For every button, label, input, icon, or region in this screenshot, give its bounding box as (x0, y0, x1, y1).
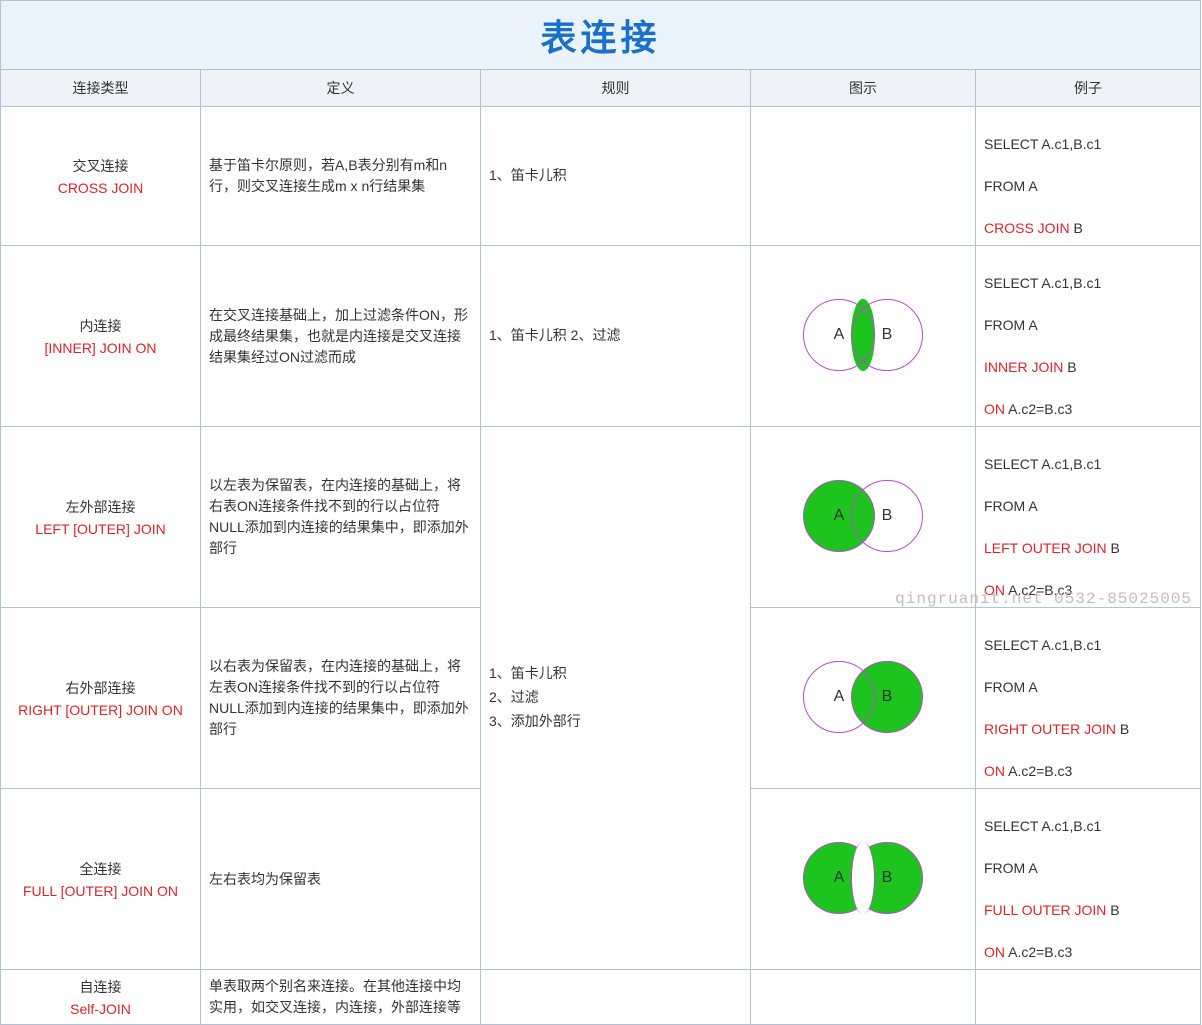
venn-diagram: A B (751, 789, 976, 970)
row-inner-join: 内连接 [INNER] JOIN ON 在交叉连接基础上，加上过滤条件ON，形成… (1, 246, 1201, 427)
example: SELECT A.c1,B.c1 FROM A RIGHT OUTER JOIN… (976, 608, 1201, 789)
ex-line: SELECT A.c1,B.c1 (984, 818, 1101, 834)
ex-rest: B (1070, 220, 1083, 236)
venn-inner-icon: A B (793, 299, 933, 371)
type-name-en: [INNER] JOIN ON (9, 340, 192, 356)
ex-keyword: FULL OUTER JOIN (984, 902, 1106, 918)
ex-line: FROM A (984, 860, 1038, 876)
type-name-cn: 交叉连接 (9, 156, 192, 176)
ex-keyword: INNER JOIN (984, 359, 1063, 375)
example (976, 970, 1201, 1025)
type-name-cn: 内连接 (9, 316, 192, 336)
header-rule: 规则 (481, 70, 751, 107)
example: SELECT A.c1,B.c1 FROM A INNER JOIN B ON … (976, 246, 1201, 427)
ex-rest: B (1106, 902, 1119, 918)
ex-rest: B (1116, 721, 1129, 737)
header-type: 连接类型 (1, 70, 201, 107)
definition: 在交叉连接基础上，加上过滤条件ON，形成最终结果集，也就是内连接是交叉连接结果集… (201, 246, 481, 427)
ex-on-rest: A.c2=B.c3 (1005, 401, 1072, 417)
ex-on-rest: A.c2=B.c3 (1005, 582, 1072, 598)
ex-rest: B (1107, 540, 1120, 556)
ex-rest: B (1063, 359, 1076, 375)
rule: 1、笛卡儿积 (481, 107, 751, 246)
type-name-en: Self-JOIN (9, 1001, 192, 1017)
ex-on-rest: A.c2=B.c3 (1005, 763, 1072, 779)
type-cell: 交叉连接 CROSS JOIN (1, 107, 201, 246)
type-name-cn: 左外部连接 (9, 497, 192, 517)
ex-keyword: CROSS JOIN (984, 220, 1070, 236)
header-row: 连接类型 定义 规则 图示 例子 (1, 70, 1201, 107)
venn-diagram: B A (751, 608, 976, 789)
venn-circle-b: B (851, 299, 923, 371)
ex-line: SELECT A.c1,B.c1 (984, 275, 1101, 291)
venn-diagram (751, 107, 976, 246)
type-name-en: CROSS JOIN (9, 180, 192, 196)
ex-on-keyword: ON (984, 944, 1005, 960)
ex-line: SELECT A.c1,B.c1 (984, 456, 1101, 472)
ex-line: FROM A (984, 178, 1038, 194)
ex-line: SELECT A.c1,B.c1 (984, 136, 1101, 152)
example: SELECT A.c1,B.c1 FROM A FULL OUTER JOIN … (976, 789, 1201, 970)
type-cell: 内连接 [INNER] JOIN ON (1, 246, 201, 427)
type-name-cn: 右外部连接 (9, 678, 192, 698)
example: SELECT A.c1,B.c1 FROM A CROSS JOIN B (976, 107, 1201, 246)
ex-line: FROM A (984, 679, 1038, 695)
venn-circle-a: A (803, 661, 875, 733)
type-cell: 右外部连接 RIGHT [OUTER] JOIN ON (1, 608, 201, 789)
ex-keyword: RIGHT OUTER JOIN (984, 721, 1116, 737)
venn-diagram (751, 970, 976, 1025)
venn-left-icon: A B (793, 480, 933, 552)
header-def: 定义 (201, 70, 481, 107)
type-cell: 自连接 Self-JOIN (1, 970, 201, 1025)
venn-right-icon: B A (793, 661, 933, 733)
table-title: 表连接 (1, 1, 1201, 70)
definition: 左右表均为保留表 (201, 789, 481, 970)
type-name-cn: 自连接 (9, 977, 192, 997)
row-cross-join: 交叉连接 CROSS JOIN 基于笛卡尔原则，若A,B表分别有m和n行，则交叉… (1, 107, 1201, 246)
header-venn: 图示 (751, 70, 976, 107)
header-ex: 例子 (976, 70, 1201, 107)
title-row: 表连接 (1, 1, 1201, 70)
rule: 1、笛卡儿积 2、过滤 (481, 246, 751, 427)
type-name-en: RIGHT [OUTER] JOIN ON (9, 702, 192, 718)
type-cell: 左外部连接 LEFT [OUTER] JOIN (1, 427, 201, 608)
rule-outer-shared: 1、笛卡儿积 2、过滤 3、添加外部行 (481, 427, 751, 970)
ex-line: SELECT A.c1,B.c1 (984, 637, 1101, 653)
definition: 基于笛卡尔原则，若A,B表分别有m和n行，则交叉连接生成m x n行结果集 (201, 107, 481, 246)
ex-on-keyword: ON (984, 401, 1005, 417)
example: SELECT A.c1,B.c1 FROM A LEFT OUTER JOIN … (976, 427, 1201, 608)
type-cell: 全连接 FULL [OUTER] JOIN ON (1, 789, 201, 970)
rule (481, 970, 751, 1025)
type-name-en: LEFT [OUTER] JOIN (9, 521, 192, 537)
ex-keyword: LEFT OUTER JOIN (984, 540, 1107, 556)
row-self-join: 自连接 Self-JOIN 单表取两个别名来连接。在其他连接中均实用，如交叉连接… (1, 970, 1201, 1025)
row-left-join: 左外部连接 LEFT [OUTER] JOIN 以左表为保留表，在内连接的基础上… (1, 427, 1201, 608)
venn-diagram: A B (751, 427, 976, 608)
type-name-en: FULL [OUTER] JOIN ON (9, 883, 192, 899)
definition: 以左表为保留表，在内连接的基础上，将右表ON连接条件找不到的行以占位符NULL添… (201, 427, 481, 608)
definition: 以右表为保留表，在内连接的基础上，将左表ON连接条件找不到的行以占位符NULL添… (201, 608, 481, 789)
venn-intersection-white (851, 842, 875, 914)
venn-circle-b: B (851, 480, 923, 552)
ex-line: FROM A (984, 498, 1038, 514)
ex-on-keyword: ON (984, 763, 1005, 779)
join-table: 表连接 连接类型 定义 规则 图示 例子 交叉连接 CROSS JOIN 基于笛… (0, 0, 1201, 1025)
ex-on-keyword: ON (984, 582, 1005, 598)
ex-line: FROM A (984, 317, 1038, 333)
venn-full-icon: A B (793, 842, 933, 914)
venn-diagram: A B (751, 246, 976, 427)
ex-on-rest: A.c2=B.c3 (1005, 944, 1072, 960)
definition: 单表取两个别名来连接。在其他连接中均实用，如交叉连接，内连接，外部连接等 (201, 970, 481, 1025)
type-name-cn: 全连接 (9, 859, 192, 879)
